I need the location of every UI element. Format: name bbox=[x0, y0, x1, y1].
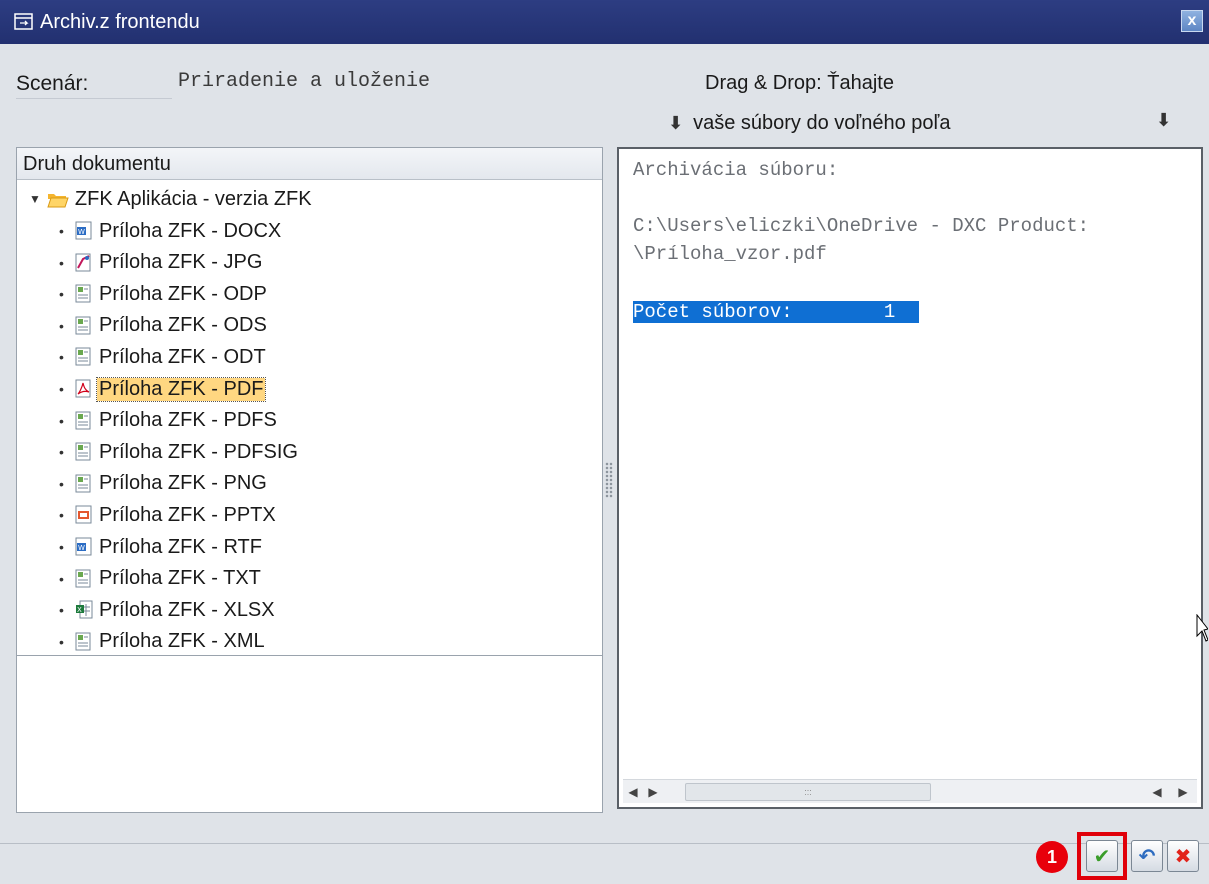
svg-text:X: X bbox=[77, 606, 82, 614]
confirm-button[interactable]: ✔ bbox=[1086, 840, 1118, 872]
generic-doc-icon bbox=[75, 411, 93, 431]
bullet-icon: • bbox=[59, 507, 64, 524]
close-icon[interactable]: x bbox=[1181, 10, 1203, 32]
generic-doc-icon bbox=[75, 284, 93, 304]
scenario-underline bbox=[16, 98, 172, 99]
tree-item-label: Príloha ZFK - JPG bbox=[99, 251, 263, 274]
log-line: \Príloha_vzor.pdf bbox=[633, 243, 827, 265]
scroll-right-icon[interactable]: ▶ bbox=[643, 782, 663, 802]
tree-item[interactable]: • X Príloha ZFK - XLSX bbox=[59, 595, 277, 625]
tree-root-node[interactable]: ▼ ZFK Aplikácia - verzia ZFK bbox=[29, 184, 312, 214]
horizontal-scrollbar[interactable]: ◀ ▶ ::: ◀ ▶ bbox=[623, 779, 1197, 803]
tree-item[interactable]: • Príloha ZFK - PPTX bbox=[59, 500, 278, 530]
drag-drop-subtitle: vaše súbory do voľného poľa bbox=[693, 112, 951, 134]
generic-doc-icon bbox=[75, 347, 93, 367]
scenario-value: Priradenie a uloženie bbox=[178, 70, 431, 93]
tree-item-label: Príloha ZFK - PDF bbox=[95, 376, 267, 402]
tree-header: Druh dokumentu bbox=[17, 148, 602, 180]
powerpoint-doc-icon bbox=[75, 505, 93, 525]
scroll-left-icon[interactable]: ◀ bbox=[623, 782, 643, 802]
bullet-icon: • bbox=[59, 539, 64, 555]
file-count-line: Počet súborov: 1 bbox=[633, 301, 920, 323]
tree-item-label: Príloha ZFK - ODP bbox=[99, 282, 267, 305]
window-title: Archiv.z frontendu bbox=[40, 10, 200, 33]
tree-item[interactable]: • Príloha ZFK - PDF bbox=[59, 374, 267, 404]
tree-item-label: Príloha ZFK - XML bbox=[99, 630, 265, 653]
drag-drop-hint: ⬇ vaše súbory do voľného poľa bbox=[668, 112, 951, 135]
bullet-icon: • bbox=[59, 381, 64, 397]
tree-item[interactable]: • Príloha ZFK - ODP bbox=[59, 279, 269, 309]
arrow-down-icon: ⬇ bbox=[668, 113, 684, 133]
svg-text:W: W bbox=[78, 544, 85, 552]
footer-separator bbox=[0, 843, 1209, 844]
bullet-icon: • bbox=[59, 349, 64, 366]
bullet-icon: • bbox=[59, 317, 64, 334]
bullet-icon: • bbox=[59, 412, 64, 429]
log-line: C:\Users\eliczki\OneDrive - DXC Product: bbox=[633, 215, 1090, 237]
bullet-icon: • bbox=[59, 444, 64, 461]
tree-item[interactable]: • W Príloha ZFK - RTF bbox=[59, 532, 264, 562]
tree-body[interactable]: ▼ ZFK Aplikácia - verzia ZFK • W Príloha Z… bbox=[17, 180, 602, 656]
pdf-doc-icon bbox=[75, 379, 93, 399]
document-type-tree[interactable]: Druh dokumentu ▼ ZFK Aplikácia - verzia … bbox=[16, 147, 603, 813]
tree-item[interactable]: • W Príloha ZFK - DOCX bbox=[59, 216, 283, 246]
bullet-icon: • bbox=[59, 254, 64, 271]
tree-item[interactable]: • Príloha ZFK - JPG bbox=[59, 248, 264, 278]
bullet-icon: • bbox=[59, 633, 64, 650]
tree-item[interactable]: • Príloha ZFK - PDFSIG bbox=[59, 437, 300, 467]
mouse-cursor-icon bbox=[1196, 614, 1208, 642]
generic-doc-icon bbox=[75, 569, 93, 589]
bullet-icon: • bbox=[59, 475, 64, 492]
folder-open-icon bbox=[47, 191, 69, 208]
bullet-icon: • bbox=[59, 223, 64, 239]
generic-doc-icon bbox=[75, 632, 93, 652]
tree-item-label: Príloha ZFK - RTF bbox=[99, 535, 262, 558]
tree-item-label: Príloha ZFK - ODT bbox=[99, 345, 266, 368]
bullet-icon: • bbox=[59, 602, 64, 619]
scroll-end-buttons: ◀ ▶ bbox=[1147, 782, 1193, 802]
tree-item-label: Príloha ZFK - TXT bbox=[99, 567, 261, 590]
tree-item[interactable]: • Príloha ZFK - PDFS bbox=[59, 406, 279, 436]
generic-doc-icon bbox=[75, 474, 93, 494]
scroll-right-icon[interactable]: ▶ bbox=[1173, 782, 1193, 802]
window-icon bbox=[14, 13, 34, 31]
log-text-area: Archivácia súboru: C:\Users\eliczki\OneD… bbox=[633, 155, 1197, 775]
bullet-icon: • bbox=[59, 286, 64, 303]
tree-item-label: Príloha ZFK - PNG bbox=[99, 472, 267, 495]
expand-caret-icon[interactable]: ▼ bbox=[29, 192, 41, 206]
tree-item-label: Príloha ZFK - XLSX bbox=[99, 598, 275, 621]
bullet-icon: • bbox=[59, 570, 64, 587]
scenario-label: Scenár: bbox=[16, 72, 89, 95]
tree-item-label: Príloha ZFK - PPTX bbox=[99, 503, 276, 526]
tree-item[interactable]: • Príloha ZFK - XML bbox=[59, 627, 267, 657]
tree-item-label: Príloha ZFK - PDFS bbox=[99, 409, 277, 432]
tree-item-label: Príloha ZFK - ODS bbox=[99, 314, 267, 337]
step-badge: 1 bbox=[1036, 841, 1068, 873]
scrollbar-thumb[interactable]: ::: bbox=[685, 783, 931, 801]
generic-doc-icon bbox=[75, 316, 93, 336]
word-doc-icon: W bbox=[75, 537, 93, 557]
svg-text:W: W bbox=[78, 228, 85, 236]
arrow-down-icon: ⬇ bbox=[1156, 110, 1172, 130]
cancel-button[interactable]: ✖ bbox=[1167, 840, 1199, 872]
tree-item[interactable]: • Príloha ZFK - ODT bbox=[59, 342, 268, 372]
tree-item[interactable]: • Príloha ZFK - ODS bbox=[59, 311, 269, 341]
tree-item[interactable]: • Príloha ZFK - PNG bbox=[59, 469, 269, 499]
word-doc-icon: W bbox=[75, 221, 93, 241]
scroll-left-icon[interactable]: ◀ bbox=[1147, 782, 1167, 802]
image-doc-icon bbox=[75, 253, 93, 273]
panel-splitter[interactable] bbox=[605, 462, 613, 498]
drop-zone-panel[interactable]: Archivácia súboru: C:\Users\eliczki\OneD… bbox=[617, 147, 1203, 809]
drag-drop-title: Drag & Drop: Ťahajte bbox=[705, 72, 894, 94]
excel-doc-icon: X bbox=[75, 600, 93, 620]
title-bar: Archiv.z frontendu x bbox=[0, 0, 1209, 44]
tree-root-label: ZFK Aplikácia - verzia ZFK bbox=[74, 187, 312, 210]
log-line: Archivácia súboru: bbox=[633, 159, 839, 181]
tree-item-label: Príloha ZFK - DOCX bbox=[99, 219, 282, 242]
tree-item-label: Príloha ZFK - PDFSIG bbox=[99, 440, 298, 463]
generic-doc-icon bbox=[75, 442, 93, 462]
tree-item[interactable]: • Príloha ZFK - TXT bbox=[59, 564, 263, 594]
undo-button[interactable]: ↶ bbox=[1131, 840, 1163, 872]
